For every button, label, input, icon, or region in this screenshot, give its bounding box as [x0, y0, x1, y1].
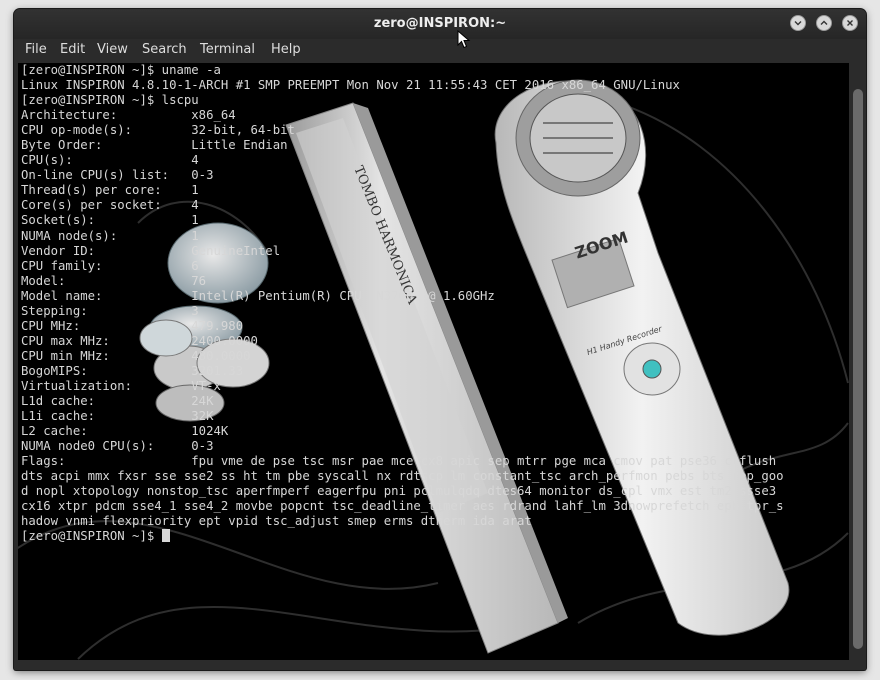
scrollbar-thumb[interactable] — [853, 89, 863, 649]
maximize-button[interactable] — [816, 15, 832, 31]
terminal-line: CPU min MHz: 480.0000 — [21, 348, 251, 363]
terminal-line: L1d cache: 24K — [21, 394, 214, 409]
terminal-area[interactable]: TOMBO HARMONICA ZOOM H1 Handy Recorder [… — [18, 63, 849, 660]
terminal-line: Stepping: 3 — [21, 303, 199, 318]
close-icon — [847, 20, 853, 26]
text-cursor — [161, 529, 170, 543]
terminal-line: Thread(s) per core: 1 — [21, 183, 199, 198]
terminal-line: Core(s) per socket: 4 — [21, 198, 199, 213]
terminal-line: CPU op-mode(s): 32-bit, 64-bit — [21, 123, 295, 138]
terminal-line: CPU(s): 4 — [21, 153, 199, 168]
terminal-line: [zero@INSPIRON ~]$ uname -a — [21, 63, 221, 77]
terminal-line: hadow vnmi flexpriority ept vpid tsc_adj… — [21, 514, 532, 529]
window-bottom-edge — [14, 660, 866, 670]
menu-file[interactable]: File — [25, 42, 47, 57]
mouse-pointer-icon — [457, 30, 471, 49]
terminal-line: Flags: fpu vme de pse tsc msr pae mce cx… — [21, 454, 777, 469]
terminal-line: CPU family: 6 — [21, 258, 199, 273]
terminal-line: L1i cache: 32K — [21, 409, 214, 424]
menu-help[interactable]: Help — [271, 42, 301, 57]
title-bar[interactable]: zero@INSPIRON:~ — [14, 9, 866, 39]
terminal-line: d nopl xtopology nonstop_tsc aperfmperf … — [21, 484, 777, 499]
terminal-line: Architecture: x86_64 — [21, 108, 236, 123]
terminal-line: Byte Order: Little Endian — [21, 138, 288, 153]
window-title: zero@INSPIRON:~ — [373, 16, 507, 31]
terminal-output: [zero@INSPIRON ~]$ uname -a Linux INSPIR… — [21, 63, 784, 545]
terminal-window: zero@INSPIRON:~ File Edit View Search Te… — [14, 9, 866, 670]
menu-edit[interactable]: Edit — [60, 42, 85, 57]
terminal-line: Model: 76 — [21, 273, 207, 288]
minimize-button[interactable] — [790, 15, 806, 31]
terminal-line: Socket(s): 1 — [21, 213, 199, 228]
terminal-line: Model name: Intel(R) Pentium(R) CPU N370… — [21, 288, 495, 303]
terminal-line: cx16 xtpr pdcm sse4_1 sse4_2 movbe popcn… — [21, 499, 784, 514]
menu-bar: File Edit View Search Terminal Help — [14, 39, 866, 63]
terminal-line: CPU max MHz: 2400.0000 — [21, 333, 258, 348]
close-button[interactable] — [842, 15, 858, 31]
terminal-line: Vendor ID: GenuineIntel — [21, 243, 281, 258]
terminal-line: BogoMIPS: 3201.33 — [21, 363, 244, 378]
menu-view[interactable]: View — [97, 42, 128, 57]
terminal-line: Linux INSPIRON 4.8.10-1-ARCH #1 SMP PREE… — [21, 78, 680, 93]
menu-terminal[interactable]: Terminal — [200, 42, 255, 57]
terminal-line: [zero@INSPIRON ~]$ lscpu — [21, 93, 199, 108]
terminal-line: CPU MHz: 479.980 — [21, 318, 244, 333]
terminal-line: Virtualization: VT-x — [21, 378, 221, 393]
terminal-line: L2 cache: 1024K — [21, 424, 229, 439]
menu-search[interactable]: Search — [142, 42, 187, 57]
maximize-icon — [820, 20, 828, 25]
terminal-line: NUMA node(s): 1 — [21, 228, 199, 243]
terminal-lines: [zero@INSPIRON ~]$ uname -a Linux INSPIR… — [21, 63, 784, 528]
scrollbar[interactable] — [849, 63, 866, 660]
minimize-icon — [794, 21, 802, 26]
terminal-line: On-line CPU(s) list: 0-3 — [21, 168, 214, 183]
terminal-line: dts acpi mmx fxsr sse sse2 ss ht tm pbe … — [21, 469, 784, 484]
terminal-line: NUMA node0 CPU(s): 0-3 — [21, 439, 214, 454]
terminal-prompt: [zero@INSPIRON ~]$ — [21, 529, 162, 544]
